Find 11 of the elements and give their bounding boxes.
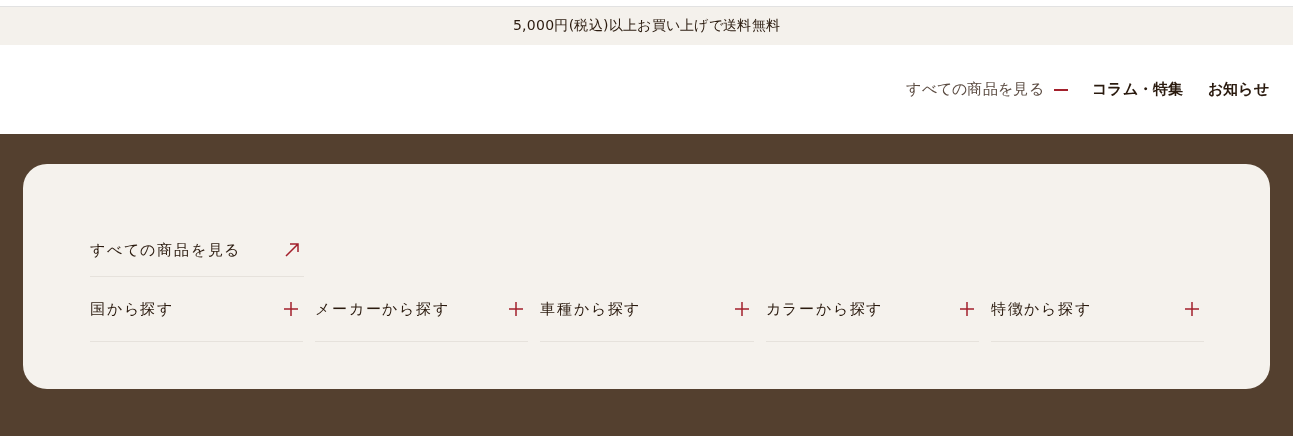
arrow-icon: [284, 242, 300, 258]
shipping-notice: 5,000円(税込)以上お買い上げで送料無料: [512, 17, 781, 35]
menu-item[interactable]: カラーから探す: [765, 277, 979, 342]
menu-item[interactable]: 車種から探す: [540, 277, 754, 342]
menu-link[interactable]: すべての商品を見る: [90, 224, 304, 277]
menu-item[interactable]: 国から探す: [90, 277, 304, 342]
nav-link[interactable]: お知らせ: [1207, 80, 1269, 99]
menu-item[interactable]: メーカーから探す: [315, 277, 529, 342]
nav-link[interactable]: コラム・特集: [1092, 80, 1184, 99]
menu-item[interactable]: 特徴から探す: [990, 277, 1204, 342]
nav-link[interactable]: すべての商品を見る: [906, 80, 1068, 99]
